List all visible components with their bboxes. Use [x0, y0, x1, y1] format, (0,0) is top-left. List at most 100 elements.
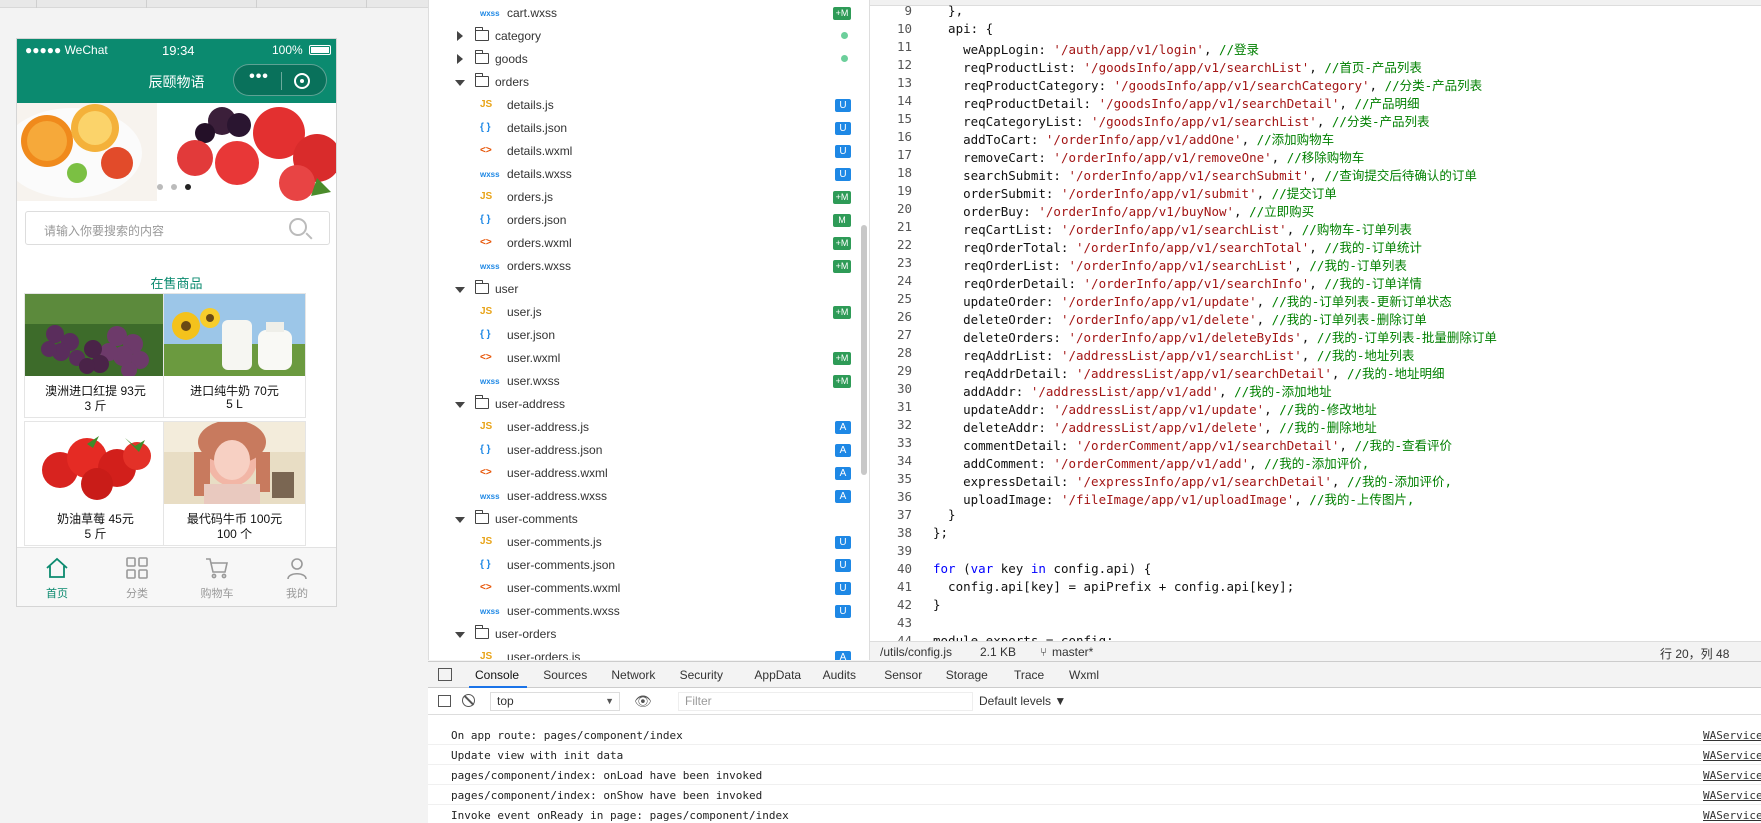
- code-line[interactable]: 26 deleteOrder: '/orderInfo/app/v1/delet…: [870, 309, 1761, 327]
- code-line[interactable]: 10 api: {: [870, 21, 1761, 39]
- code-line[interactable]: 28 reqAddrList: '/addressList/app/v1/sea…: [870, 345, 1761, 363]
- code-editor[interactable]: 9 }, 10 api: {11 weAppLogin: '/auth/app/v…: [870, 0, 1761, 641]
- tab-category[interactable]: 分类: [97, 548, 177, 606]
- devtools-tab[interactable]: AppData: [754, 668, 801, 682]
- goods-card[interactable]: 奶油草莓 45元 5 斤: [24, 421, 167, 546]
- capsule-menu[interactable]: •••: [233, 64, 327, 96]
- tree-file[interactable]: { } user.json: [429, 324, 869, 347]
- tree-file[interactable]: { } user-address.json A: [429, 439, 869, 462]
- code-line[interactable]: 32 deleteAddr: '/addressList/app/v1/dele…: [870, 417, 1761, 435]
- tree-folder[interactable]: orders: [429, 71, 869, 94]
- code-line[interactable]: 18 searchSubmit: '/orderInfo/app/v1/sear…: [870, 165, 1761, 183]
- tree-folder[interactable]: user-orders: [429, 623, 869, 646]
- devtools-tab[interactable]: Wxml: [1069, 668, 1099, 682]
- chevron-right-icon[interactable]: [457, 31, 463, 41]
- code-line[interactable]: 43: [870, 615, 1761, 633]
- chevron-down-icon[interactable]: [455, 517, 465, 523]
- code-line[interactable]: 9 },: [870, 3, 1761, 21]
- tab-home[interactable]: 首页: [17, 548, 97, 606]
- tree-scrollbar[interactable]: [861, 225, 867, 475]
- devtools-tab[interactable]: Sources: [543, 668, 587, 682]
- tree-file[interactable]: JS user-comments.js U: [429, 531, 869, 554]
- goods-card[interactable]: 最代码牛币 100元 100 个: [163, 421, 306, 546]
- code-line[interactable]: 12 reqProductList: '/goodsInfo/app/v1/se…: [870, 57, 1761, 75]
- code-line[interactable]: 19 orderSubmit: '/orderInfo/app/v1/submi…: [870, 183, 1761, 201]
- console-source-link[interactable]: WAService: [1703, 729, 1761, 742]
- search-input[interactable]: 请输入你要搜索的内容: [25, 211, 330, 245]
- tree-folder[interactable]: user: [429, 278, 869, 301]
- code-line[interactable]: 37 }: [870, 507, 1761, 525]
- code-line[interactable]: 34 addComment: '/orderComment/app/v1/add…: [870, 453, 1761, 471]
- devtools-tab[interactable]: Audits: [823, 668, 856, 682]
- tree-file[interactable]: wxss user-comments.wxss U: [429, 600, 869, 623]
- code-line[interactable]: 21 reqCartList: '/orderInfo/app/v1/searc…: [870, 219, 1761, 237]
- tree-file[interactable]: <> user.wxml +M: [429, 347, 869, 370]
- tree-file[interactable]: wxss user.wxss +M: [429, 370, 869, 393]
- sidebar-toggle-icon[interactable]: [438, 695, 451, 707]
- tree-file[interactable]: wxss details.wxss U: [429, 163, 869, 186]
- devtools-tab[interactable]: Security: [680, 668, 723, 682]
- inspect-icon[interactable]: [438, 668, 452, 681]
- code-line[interactable]: 16 addToCart: '/orderInfo/app/v1/addOne'…: [870, 129, 1761, 147]
- tree-file[interactable]: wxss user-address.wxss A: [429, 485, 869, 508]
- code-line[interactable]: 42}: [870, 597, 1761, 615]
- tree-file[interactable]: JS orders.js +M: [429, 186, 869, 209]
- tree-file[interactable]: { } orders.json M: [429, 209, 869, 232]
- goods-card[interactable]: 进口纯牛奶 70元 5 L: [163, 293, 306, 418]
- code-line[interactable]: 27 deleteOrders: '/orderInfo/app/v1/dele…: [870, 327, 1761, 345]
- eye-icon[interactable]: 👁: [634, 693, 652, 710]
- chevron-down-icon[interactable]: [455, 632, 465, 638]
- code-line[interactable]: 39: [870, 543, 1761, 561]
- devtools-tab[interactable]: Network: [611, 668, 655, 682]
- tree-file[interactable]: <> orders.wxml +M: [429, 232, 869, 255]
- code-line[interactable]: 11 weAppLogin: '/auth/app/v1/login', //登…: [870, 39, 1761, 57]
- console-source-link[interactable]: WAService: [1703, 749, 1761, 762]
- tree-file[interactable]: { } user-comments.json U: [429, 554, 869, 577]
- tree-file[interactable]: { } details.json U: [429, 117, 869, 140]
- goods-card[interactable]: 澳洲进口红提 93元 3 斤: [24, 293, 167, 418]
- code-line[interactable]: 25 updateOrder: '/orderInfo/app/v1/updat…: [870, 291, 1761, 309]
- code-line[interactable]: 23 reqOrderList: '/orderInfo/app/v1/sear…: [870, 255, 1761, 273]
- console-source-link[interactable]: WAService: [1703, 809, 1761, 822]
- context-select[interactable]: top: [490, 692, 620, 711]
- chevron-down-icon[interactable]: [455, 402, 465, 408]
- tree-file[interactable]: <> user-comments.wxml U: [429, 577, 869, 600]
- code-line[interactable]: 33 commentDetail: '/orderComment/app/v1/…: [870, 435, 1761, 453]
- code-line[interactable]: 17 removeCart: '/orderInfo/app/v1/remove…: [870, 147, 1761, 165]
- code-line[interactable]: 41 config.api[key] = apiPrefix + config.…: [870, 579, 1761, 597]
- code-line[interactable]: 24 reqOrderDetail: '/orderInfo/app/v1/se…: [870, 273, 1761, 291]
- cursor-position[interactable]: 行 20，列 48: [1660, 645, 1729, 662]
- chevron-down-icon[interactable]: [455, 80, 465, 86]
- tree-folder[interactable]: goods: [429, 48, 869, 71]
- carousel-indicator[interactable]: [157, 179, 199, 193]
- tree-file[interactable]: <> details.wxml U: [429, 140, 869, 163]
- chevron-down-icon[interactable]: [455, 287, 465, 293]
- tree-file[interactable]: <> user-address.wxml A: [429, 462, 869, 485]
- tree-folder[interactable]: user-address: [429, 393, 869, 416]
- code-line[interactable]: 22 reqOrderTotal: '/orderInfo/app/v1/sea…: [870, 237, 1761, 255]
- tree-file[interactable]: JS details.js U: [429, 94, 869, 117]
- git-branch[interactable]: master*: [1052, 645, 1093, 659]
- tree-file[interactable]: JS user-address.js A: [429, 416, 869, 439]
- close-miniapp-icon[interactable]: [294, 73, 310, 89]
- tree-folder[interactable]: category: [429, 25, 869, 48]
- code-line[interactable]: 30 addAddr: '/addressList/app/v1/add', /…: [870, 381, 1761, 399]
- tree-file[interactable]: wxss orders.wxss +M: [429, 255, 869, 278]
- code-line[interactable]: 15 reqCategoryList: '/goodsInfo/app/v1/s…: [870, 111, 1761, 129]
- clear-console-icon[interactable]: [462, 694, 475, 707]
- code-line[interactable]: 40 for (var key in config.api) {: [870, 561, 1761, 579]
- chevron-right-icon[interactable]: [457, 54, 463, 64]
- code-line[interactable]: 31 updateAddr: '/addressList/app/v1/upda…: [870, 399, 1761, 417]
- console-source-link[interactable]: WAService: [1703, 789, 1761, 802]
- tab-cart[interactable]: 购物车: [177, 548, 257, 606]
- devtools-tab[interactable]: Storage: [946, 668, 988, 682]
- devtools-tab[interactable]: Trace: [1014, 668, 1044, 682]
- console-filter-input[interactable]: Filter: [678, 692, 973, 711]
- tree-file[interactable]: wxss cart.wxss +M: [429, 2, 869, 25]
- log-levels-select[interactable]: Default levels ▼: [979, 694, 1066, 708]
- code-line[interactable]: 20 orderBuy: '/orderInfo/app/v1/buyNow',…: [870, 201, 1761, 219]
- tree-folder[interactable]: user-comments: [429, 508, 869, 531]
- code-line[interactable]: 29 reqAddrDetail: '/addressList/app/v1/s…: [870, 363, 1761, 381]
- code-line[interactable]: 36 uploadImage: '/fileImage/app/v1/uploa…: [870, 489, 1761, 507]
- code-line[interactable]: 44 module.exports = config;: [870, 633, 1761, 641]
